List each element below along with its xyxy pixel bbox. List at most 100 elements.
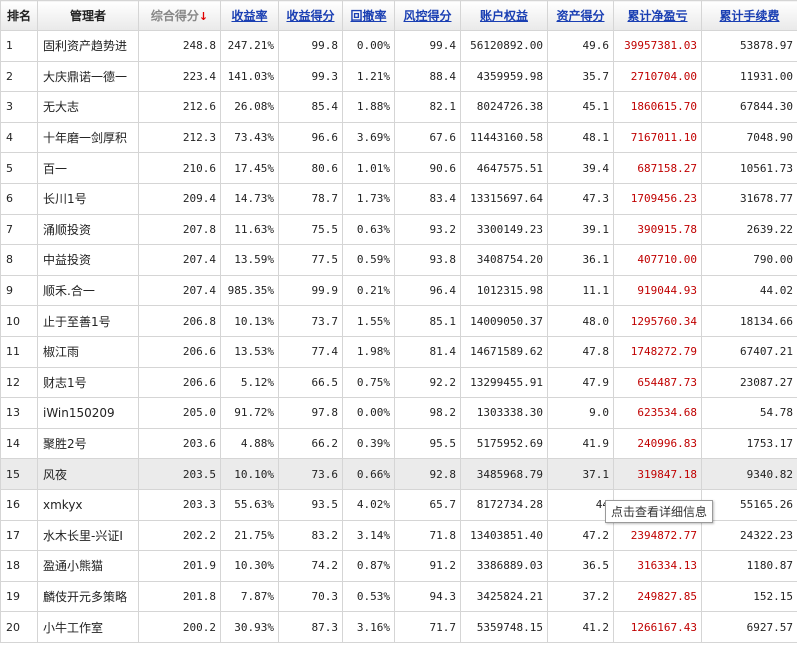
cell-rank: 8 [0,244,38,276]
table-row[interactable]: 9 顺禾.合一 207.4 985.35% 99.9 0.21% 96.4 1012315.9… [0,274,797,307]
col-header-composite-score[interactable]: 综合得分↓ [138,0,221,31]
cell-composite-score: 207.8 [138,213,221,246]
col-header-asset-score[interactable]: 资产得分 [547,0,614,31]
cell-manager: 长川1号 [37,182,139,215]
table-row[interactable]: 18 盈通小熊猫 201.9 10.30% 74.2 0.87% 91.2 3386889.0… [0,550,797,582]
table-row[interactable]: 20 小牛工作室 200.2 30.93% 87.3 3.16% 71.7 5359748.1… [0,611,797,643]
cell-return-score: 87.3 [278,611,343,643]
cell-equity: 8024726.38 [460,91,548,123]
cell-equity: 1303338.30 [460,397,548,429]
cell-net-pnl: 1860615.70 [613,91,702,123]
cell-equity: 4647575.51 [460,152,548,184]
cell-manager: 大庆鼎诺一德一 [37,60,139,93]
cell-return-score: 77.5 [278,244,343,276]
cell-risk-score: 93.8 [394,244,461,276]
cell-fees: 7048.90 [701,121,797,154]
cell-asset-score: 47.2 [547,519,614,552]
cell-rank: 5 [0,152,38,184]
cell-net-pnl: 1295760.34 [613,305,702,337]
table-row[interactable]: 3 无大志 212.6 26.08% 85.4 1.88% 82.1 8024726.38 45… [0,91,797,123]
cell-return-score: 83.2 [278,519,343,552]
col-header-risk-score[interactable]: 风控得分 [394,0,461,31]
cell-manager: 百一 [37,152,139,184]
table-row[interactable]: 2 大庆鼎诺一德一 223.4 141.03% 99.3 1.21% 88.4 4359959… [0,60,797,93]
cell-manager: 十年磨一剑厚积 [37,121,139,154]
col-header-drawdown[interactable]: 回撤率 [342,0,395,31]
row-tooltip: 点击查看详细信息 [605,500,714,523]
cell-equity: 5359748.15 [460,611,548,643]
cell-rank: 17 [0,519,38,552]
cell-fees: 2639.22 [701,213,797,246]
cell-manager: 财志1号 [37,366,139,399]
cell-asset-score: 36.5 [547,550,614,582]
cell-composite-score: 201.9 [138,550,221,582]
cell-drawdown: 1.01% [342,152,395,184]
cell-fees: 9340.82 [701,458,797,490]
col-header-net-pnl[interactable]: 累计净盈亏 [613,0,702,31]
col-header-fees[interactable]: 累计手续费 [701,0,797,31]
cell-drawdown: 0.75% [342,366,395,399]
table-row[interactable]: 12 财志1号 206.6 5.12% 66.5 0.75% 92.2 13299455.91… [0,366,797,399]
col-header-return-score[interactable]: 收益得分 [278,0,343,31]
table-row[interactable]: 5 百一 210.6 17.45% 80.6 1.01% 90.6 4647575.51 39.… [0,152,797,184]
ranking-table: 排名 管理者 综合得分↓ 收益率 收益得分 回撤率 风控得分 账户权益 资产得分… [0,0,797,643]
cell-manager: xmkyx [37,488,139,521]
cell-drawdown: 0.87% [342,550,395,582]
cell-drawdown: 0.63% [342,213,395,246]
cell-asset-score: 37.1 [547,458,614,490]
table-row[interactable]: 13 iWin150209 205.0 91.72% 97.8 0.00% 98.2 1303… [0,397,797,429]
cell-net-pnl: 390915.78 [613,213,702,246]
col-header-return-rate[interactable]: 收益率 [220,0,279,31]
table-row[interactable]: 17 水木长里-兴证I 202.2 21.75% 83.2 3.14% 71.8 134038… [0,519,797,552]
cell-composite-score: 207.4 [138,244,221,276]
cell-risk-score: 96.4 [394,274,461,307]
table-row[interactable]: 19 麟伎开元多策略 201.8 7.87% 70.3 0.53% 94.3 3425824.… [0,580,797,613]
cell-risk-score: 88.4 [394,60,461,93]
cell-risk-score: 92.8 [394,458,461,490]
cell-risk-score: 65.7 [394,488,461,521]
cell-fees: 55165.26 [701,488,797,521]
cell-composite-score: 207.4 [138,274,221,307]
cell-net-pnl: 1748272.79 [613,335,702,368]
cell-manager: 止于至善1号 [37,305,139,337]
cell-rank: 9 [0,274,38,307]
table-row[interactable]: 10 止于至善1号 206.8 10.13% 73.7 1.55% 85.1 14009050… [0,305,797,337]
cell-return-rate: 5.12% [220,366,279,399]
table-row[interactable]: 7 涌顺投资 207.8 11.63% 75.5 0.63% 93.2 3300149.23 3… [0,213,797,246]
cell-equity: 3386889.03 [460,550,548,582]
cell-fees: 11931.00 [701,60,797,93]
cell-equity: 56120892.00 [460,30,548,62]
cell-equity: 3485968.79 [460,458,548,490]
cell-drawdown: 1.88% [342,91,395,123]
cell-return-rate: 141.03% [220,60,279,93]
cell-risk-score: 92.2 [394,366,461,399]
col-header-equity[interactable]: 账户权益 [460,0,548,31]
cell-asset-score: 47.3 [547,182,614,215]
cell-fees: 44.02 [701,274,797,307]
cell-equity: 13403851.40 [460,519,548,552]
table-row[interactable]: 1 固利资产趋势进 248.8 247.21% 99.8 0.00% 99.4 5612089… [0,30,797,62]
table-row[interactable]: 6 长川1号 209.4 14.73% 78.7 1.73% 83.4 13315697.64… [0,182,797,215]
cell-net-pnl: 316334.13 [613,550,702,582]
cell-net-pnl: 240996.83 [613,427,702,460]
cell-return-score: 73.6 [278,458,343,490]
col-header-manager: 管理者 [37,0,139,31]
cell-return-rate: 21.75% [220,519,279,552]
cell-fees: 67407.21 [701,335,797,368]
cell-equity: 8172734.28 [460,488,548,521]
table-row[interactable]: 11 椒江雨 206.6 13.53% 77.4 1.98% 81.4 14671589.62… [0,335,797,368]
cell-risk-score: 71.8 [394,519,461,552]
cell-risk-score: 71.7 [394,611,461,643]
cell-net-pnl: 407710.00 [613,244,702,276]
cell-asset-score: 47.8 [547,335,614,368]
cell-drawdown: 0.00% [342,30,395,62]
cell-return-score: 99.3 [278,60,343,93]
cell-fees: 24322.23 [701,519,797,552]
table-row[interactable]: 8 中益投资 207.4 13.59% 77.5 0.59% 93.8 3408754.20 3… [0,244,797,276]
cell-return-score: 85.4 [278,91,343,123]
cell-equity: 13315697.64 [460,182,548,215]
table-row[interactable]: 15 风夜 203.5 10.10% 73.6 0.66% 92.8 3485968.79 37… [0,458,797,490]
table-row[interactable]: 4 十年磨一剑厚积 212.3 73.43% 96.6 3.69% 67.6 11443160… [0,121,797,154]
table-row[interactable]: 14 聚胜2号 203.6 4.88% 66.2 0.39% 95.5 5175952.69 4… [0,427,797,460]
cell-asset-score: 47.9 [547,366,614,399]
